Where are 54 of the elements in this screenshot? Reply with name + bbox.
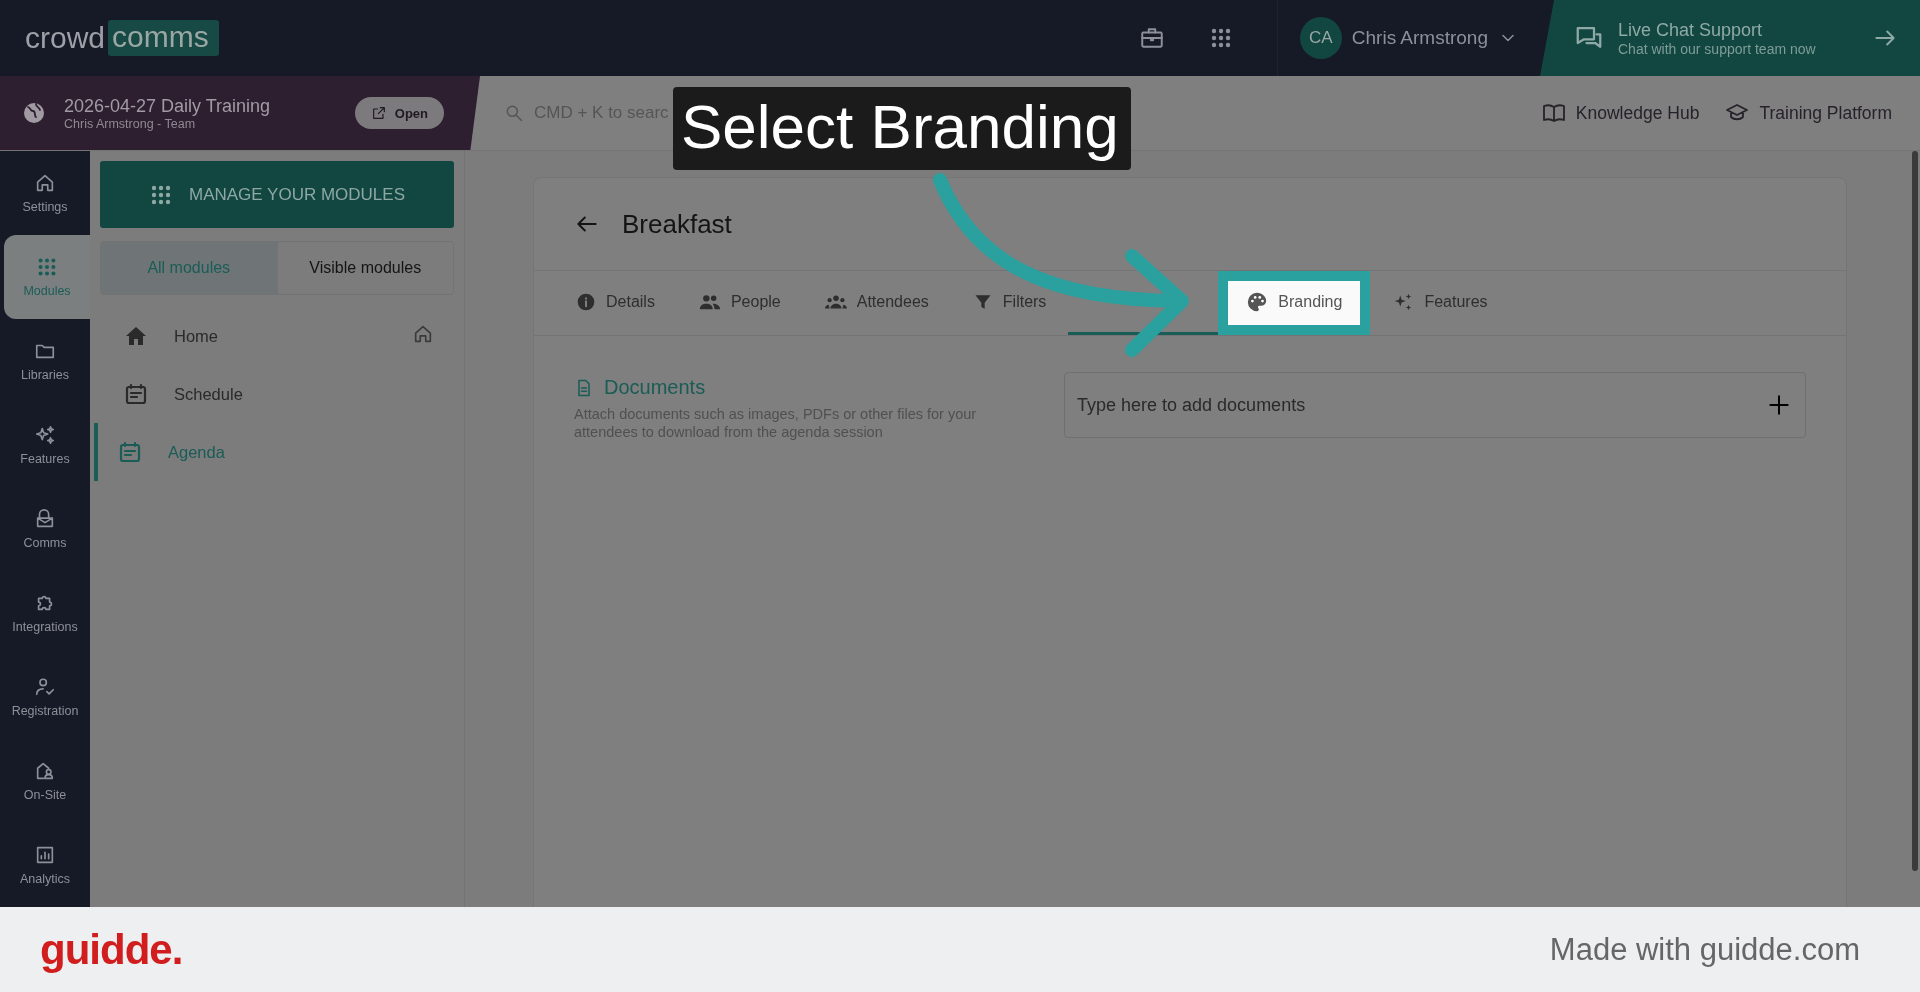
nav-item[interactable]: Registration	[0, 655, 90, 739]
house-icon	[124, 324, 148, 348]
book-icon	[1541, 101, 1566, 125]
briefcase-icon	[1138, 25, 1165, 51]
search-icon	[504, 103, 524, 123]
tab[interactable]: Features	[1370, 271, 1510, 335]
event-subtitle: Chris Armstrong - Team	[64, 116, 197, 131]
external-link-icon	[370, 105, 387, 121]
info-icon	[576, 291, 596, 312]
person-check-icon	[34, 676, 56, 698]
header-link[interactable]: Knowledge Hub	[1541, 101, 1700, 125]
manage-modules-button[interactable]: MANAGE YOUR MODULES	[100, 161, 454, 228]
logo: crowd comms	[25, 20, 219, 56]
live-chat-banner[interactable]: Live Chat Support Chat with our support team now	[1540, 0, 1920, 76]
tab[interactable]: Attendees	[802, 271, 951, 335]
tab[interactable]: People	[676, 271, 803, 335]
event-title: 2026-04-27 Daily Training	[64, 95, 271, 117]
nav-item[interactable]: Integrations	[0, 571, 90, 655]
documents-input[interactable]: Type here to add documents	[1064, 372, 1806, 438]
user-avatar[interactable]: CA	[1299, 17, 1342, 59]
credit-text: Made with guidde.com	[1549, 932, 1860, 968]
calendar-icon	[118, 440, 142, 464]
mailbox-icon	[34, 508, 56, 530]
nav-item[interactable]: Features	[0, 403, 90, 487]
chart-icon	[34, 844, 56, 866]
module-item[interactable]: Home	[100, 307, 454, 365]
filter-toggle[interactable]: Visible modules	[276, 242, 453, 294]
support-subtitle: Chat with our support team now	[1618, 40, 1816, 57]
nav-item[interactable]: Analytics	[0, 823, 90, 907]
guidde-logo: guidde.	[40, 926, 183, 974]
open-button[interactable]: Open	[354, 97, 444, 129]
calendar-icon	[124, 382, 148, 406]
home-outline-icon	[412, 323, 434, 345]
instruction-tooltip: Select Branding	[673, 87, 1131, 170]
home-icon	[34, 172, 56, 194]
tab[interactable]: Filters	[950, 271, 1069, 335]
header-link[interactable]: Training Platform	[1725, 101, 1892, 125]
sparkles-icon	[34, 424, 56, 446]
section-title: Documents	[604, 376, 706, 399]
building-person-icon	[34, 760, 56, 782]
module-item[interactable]: Schedule	[100, 365, 454, 423]
scrollbar[interactable]	[1912, 151, 1918, 871]
user-name[interactable]: Chris Armstrong	[1351, 27, 1488, 49]
palette-icon	[1246, 290, 1269, 313]
nav-item[interactable]: Settings	[0, 151, 90, 235]
globe-icon	[22, 101, 46, 125]
tab[interactable]: Details	[554, 271, 677, 335]
nav-item[interactable]: On-Site	[0, 739, 90, 823]
nav-item[interactable]: Libraries	[0, 319, 90, 403]
support-title: Live Chat Support	[1618, 19, 1764, 41]
nav-item[interactable]: Comms	[0, 487, 90, 571]
tab[interactable]: Branding	[1218, 271, 1371, 335]
page-title: Breakfast	[622, 208, 732, 240]
grid-icon	[36, 256, 58, 278]
